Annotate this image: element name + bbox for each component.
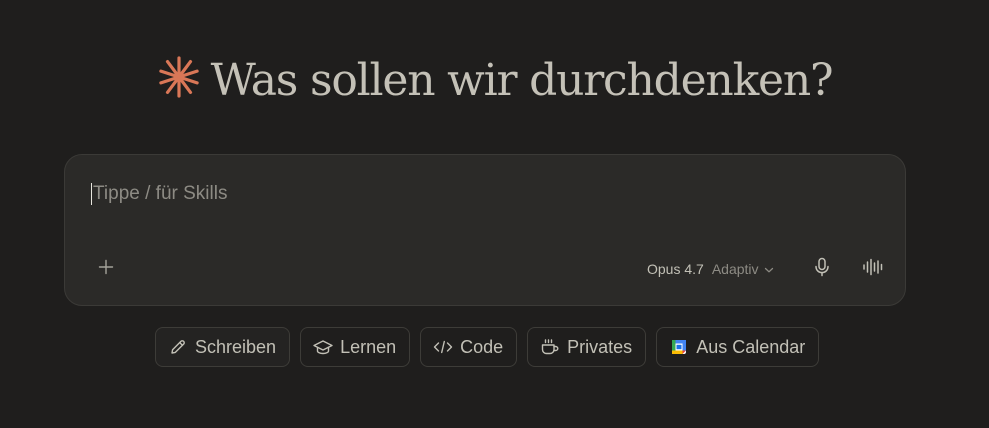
greeting-title: Was sollen wir durchdenken? [210,54,834,106]
chip-label: Schreiben [195,336,277,357]
composer[interactable]: Tippe / für Skills Opus 4.7 Adaptiv [64,154,906,306]
chip-label: Code [460,336,504,357]
coffee-cup-icon [540,337,560,357]
chip-aus-calendar[interactable]: Aus Calendar [656,327,820,367]
chip-lernen[interactable]: Lernen [300,327,411,367]
chip-privates[interactable]: Privates [527,327,647,367]
plus-icon [98,259,114,280]
model-selector[interactable]: Opus 4.7 Adaptiv [647,256,774,282]
voice-waveform-icon [862,258,884,281]
chevron-down-icon [764,261,774,277]
pencil-icon [168,337,188,357]
chip-label: Aus Calendar [696,336,806,357]
chip-label: Lernen [340,336,397,357]
prompt-input[interactable]: Tippe / für Skills [91,181,227,207]
voice-mode-button[interactable] [860,255,886,283]
chip-schreiben[interactable]: Schreiben [155,327,291,367]
chip-label: Privates [567,336,633,357]
microphone-icon [813,257,831,282]
prompt-placeholder: Tippe / für Skills [93,183,228,204]
suggestion-chips: Schreiben Lernen Code Privates Aus Calen… [155,327,820,367]
greeting: Was sollen wir durchdenken? [0,44,989,116]
add-attachment-button[interactable] [91,256,121,282]
model-mode: Adaptiv [711,261,759,277]
chip-code[interactable]: Code [420,327,518,367]
code-icon [433,337,453,357]
graduation-cap-icon [313,337,333,357]
dictation-button[interactable] [809,255,835,283]
model-name: Opus 4.7 [647,261,704,277]
spark-icon [157,55,211,104]
text-caret [91,183,92,205]
google-calendar-icon [669,337,689,357]
